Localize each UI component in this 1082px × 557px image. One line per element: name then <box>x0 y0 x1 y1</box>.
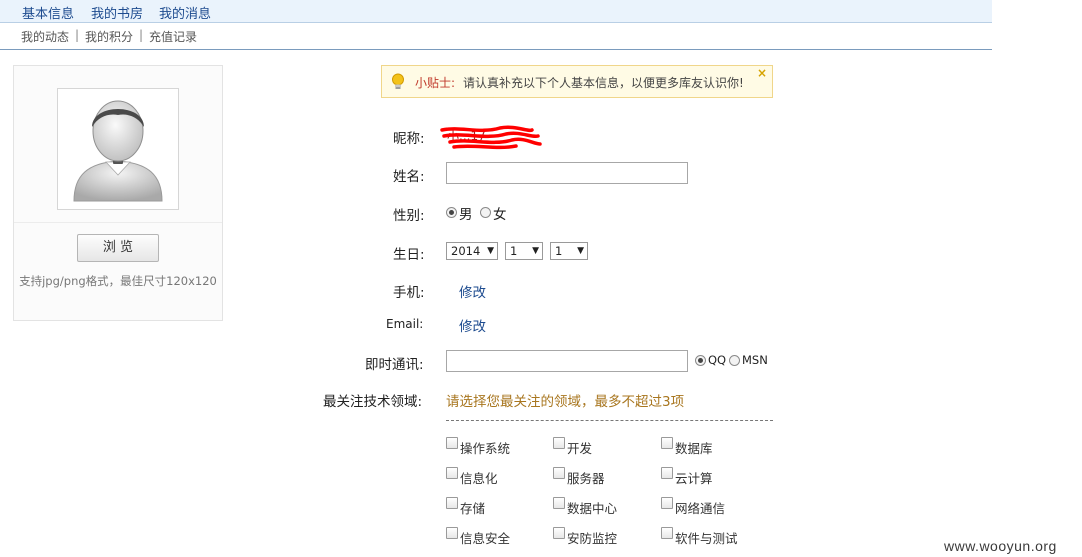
focus-checkbox-database[interactable] <box>661 437 673 449</box>
tab-my-study[interactable]: 我的书房 <box>91 3 143 22</box>
gender-female-label: 女 <box>493 207 507 223</box>
sub-navigation: 我的动态 | 我的积分 | 充值记录 <box>0 23 992 50</box>
focus-label-storage: 存储 <box>460 501 486 516</box>
tip-message: 请认真补充以下个人基本信息，以便更多库友认识你! <box>463 76 744 90</box>
redaction-scribble <box>440 125 542 150</box>
phone-edit-link[interactable]: 修改 <box>459 281 486 301</box>
gender-male-radio[interactable] <box>446 207 457 218</box>
focus-checkbox-software-testing[interactable] <box>661 527 673 539</box>
nickname-label: 昵称: <box>393 131 425 147</box>
focus-label-dev: 开发 <box>567 441 593 456</box>
im-label: 即时通讯: <box>365 357 424 373</box>
default-avatar-icon <box>73 100 163 202</box>
divider <box>446 420 773 421</box>
gender-male-label: 男 <box>459 207 473 223</box>
tab-basic-info[interactable]: 基本信息 <box>22 3 74 22</box>
focus-checkbox-informatization[interactable] <box>446 467 458 479</box>
focus-checkbox-dev[interactable] <box>553 437 565 449</box>
focus-label-security: 信息安全 <box>460 531 511 546</box>
chevron-down-icon: ▼ <box>577 246 584 256</box>
tip-banner: 小贴士: 请认真补充以下个人基本信息，以便更多库友认识你! × <box>381 65 773 98</box>
avatar <box>57 88 179 210</box>
im-msn-label: MSN <box>742 353 768 367</box>
im-qq-radio[interactable] <box>695 355 706 366</box>
birthday-label: 生日: <box>393 247 425 263</box>
birthday-year-value: 2014 <box>451 244 481 258</box>
focus-label-informatization: 信息化 <box>460 471 498 486</box>
subnav-separator: | <box>75 28 80 42</box>
im-qq-label: QQ <box>708 353 727 367</box>
close-icon[interactable]: × <box>757 66 767 80</box>
birthday-month-select[interactable]: 1 ▼ <box>505 242 543 260</box>
birthday-day-select[interactable]: 1 ▼ <box>550 242 588 260</box>
focus-label-software-testing: 软件与测试 <box>675 531 738 546</box>
im-field[interactable] <box>446 350 688 372</box>
browse-button[interactable]: 浏 览 <box>77 234 159 262</box>
subnav-my-points[interactable]: 我的积分 <box>85 28 133 45</box>
focus-checkbox-cloud[interactable] <box>661 467 673 479</box>
subnav-my-activity[interactable]: 我的动态 <box>21 28 69 45</box>
name-label: 姓名: <box>393 169 425 185</box>
chevron-down-icon: ▼ <box>487 246 494 256</box>
chevron-down-icon: ▼ <box>532 246 539 256</box>
tip-label: 小贴士: <box>415 76 456 90</box>
avatar-panel: 浏 览 支持jpg/png格式，最佳尺寸120x120 <box>13 65 223 321</box>
im-msn-radio[interactable] <box>729 355 740 366</box>
birthday-day-value: 1 <box>555 244 563 258</box>
focus-checkbox-storage[interactable] <box>446 497 458 509</box>
email-label: Email: <box>386 317 424 331</box>
subnav-separator: | <box>139 28 144 42</box>
lightbulb-icon <box>391 73 405 95</box>
focus-checkbox-datacenter[interactable] <box>553 497 565 509</box>
focus-checkbox-network[interactable] <box>661 497 673 509</box>
gender-female-radio[interactable] <box>480 207 491 218</box>
focus-label-surveillance: 安防监控 <box>567 531 618 546</box>
focus-area-label: 最关注技术领域: <box>323 394 423 410</box>
birthday-month-value: 1 <box>510 244 518 258</box>
email-edit-link[interactable]: 修改 <box>459 315 486 335</box>
focus-checkbox-surveillance[interactable] <box>553 527 565 539</box>
focus-checkbox-os[interactable] <box>446 437 458 449</box>
focus-label-datacenter: 数据中心 <box>567 501 618 516</box>
top-tab-bar: 基本信息 我的书房 我的消息 <box>0 0 992 23</box>
focus-checkbox-security[interactable] <box>446 527 458 539</box>
focus-label-os: 操作系统 <box>460 441 511 456</box>
watermark: www.wooyun.org <box>944 538 1057 554</box>
focus-checkbox-server[interactable] <box>553 467 565 479</box>
focus-label-database: 数据库 <box>675 441 713 456</box>
gender-label: 性别: <box>393 208 425 224</box>
upload-format-hint: 支持jpg/png格式，最佳尺寸120x120 <box>19 274 217 288</box>
focus-label-server: 服务器 <box>567 471 605 486</box>
subnav-recharge-records[interactable]: 充值记录 <box>149 28 197 45</box>
avatar-divider <box>14 222 222 223</box>
focus-area-hint: 请选择您最关注的领域，最多不超过3项 <box>446 394 685 410</box>
phone-label: 手机: <box>393 285 425 301</box>
focus-label-cloud: 云计算 <box>675 471 713 486</box>
focus-label-network: 网络通信 <box>675 501 726 516</box>
birthday-year-select[interactable]: 2014 ▼ <box>446 242 498 260</box>
name-field[interactable] <box>446 162 688 184</box>
tab-my-messages[interactable]: 我的消息 <box>159 3 211 22</box>
